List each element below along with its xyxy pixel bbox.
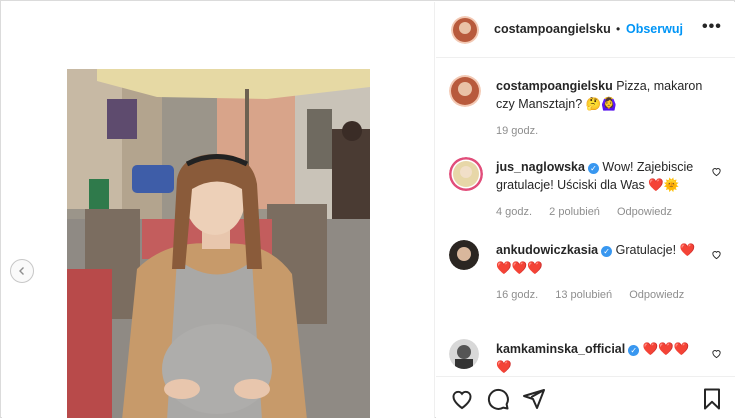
previous-media-button[interactable] xyxy=(10,259,34,283)
reply-button[interactable]: Odpowiedz xyxy=(617,206,672,218)
heart-icon xyxy=(712,168,721,177)
comment-likes[interactable]: 13 polubień xyxy=(555,289,612,301)
comment-avatar[interactable] xyxy=(449,240,479,270)
caption-body: costampoangielsku Pizza, makaron czy Man… xyxy=(496,77,706,113)
comment-like-button[interactable] xyxy=(711,348,722,362)
share-button[interactable] xyxy=(522,387,546,411)
save-button[interactable] xyxy=(700,387,724,411)
heart-icon xyxy=(712,350,721,359)
comment-icon xyxy=(487,388,509,410)
comment-like-button[interactable] xyxy=(711,166,722,180)
comment-username[interactable]: ankudowiczkasia xyxy=(496,243,598,257)
comment-time[interactable]: 16 godz. xyxy=(496,289,538,301)
bookmark-icon xyxy=(704,388,720,410)
comment-avatar[interactable] xyxy=(449,339,479,369)
comment-username[interactable]: jus_naglowska xyxy=(496,160,585,174)
comment-body: ankudowiczkasia ✓ Gratulacje! ❤️ ❤️❤️❤️ xyxy=(496,241,706,277)
caption-time[interactable]: 19 godz. xyxy=(496,125,538,137)
comment-body: kamkaminska_official ✓ ❤️❤️❤️ ❤️ xyxy=(496,340,706,376)
like-button[interactable] xyxy=(450,387,474,411)
comment-likes[interactable]: 2 polubień xyxy=(549,206,600,218)
photo-illustration xyxy=(67,69,370,418)
action-bar xyxy=(436,376,735,418)
reply-button[interactable]: Odpowiedz xyxy=(629,289,684,301)
comment-meta: 4 godz. 2 polubień Odpowiedz xyxy=(496,206,686,218)
post-photo[interactable] xyxy=(67,69,370,418)
chevron-left-icon xyxy=(19,267,24,275)
comment-avatar[interactable] xyxy=(449,157,483,191)
media-area xyxy=(2,2,435,418)
comment-body: jus_naglowska ✓ Wow! Zajebiscie gratulacj… xyxy=(496,158,706,194)
heart-icon xyxy=(452,390,472,410)
heart-icon xyxy=(712,251,721,260)
send-icon xyxy=(523,389,545,409)
author-avatar[interactable] xyxy=(451,16,479,44)
verified-badge-icon: ✓ xyxy=(587,163,599,174)
more-options-button[interactable]: ••• xyxy=(702,18,722,36)
caption-meta: 19 godz. xyxy=(496,125,552,137)
caption-username[interactable]: costampoangielsku xyxy=(496,79,613,93)
author-username[interactable]: costampoangielsku xyxy=(494,22,611,36)
comment-like-button[interactable] xyxy=(711,249,722,263)
comment-username[interactable]: kamkaminska_official xyxy=(496,342,625,356)
verified-badge-icon: ✓ xyxy=(601,246,613,257)
comment-time[interactable]: 4 godz. xyxy=(496,206,532,218)
post-side-panel: costampoangielsku • Obserwuj ••• costamp… xyxy=(436,2,735,418)
post-modal: costampoangielsku • Obserwuj ••• costamp… xyxy=(0,0,735,418)
comments-list: costampoangielsku Pizza, makaron czy Man… xyxy=(436,59,735,376)
follow-button[interactable]: Obserwuj xyxy=(626,22,683,36)
verified-badge-icon: ✓ xyxy=(628,345,640,356)
header-separator: • xyxy=(616,22,621,36)
comment-meta: 16 godz. 13 polubień Odpowiedz xyxy=(496,289,698,301)
caption-avatar[interactable] xyxy=(449,75,481,107)
post-header: costampoangielsku • Obserwuj ••• xyxy=(436,2,735,58)
comment-button[interactable] xyxy=(486,387,510,411)
